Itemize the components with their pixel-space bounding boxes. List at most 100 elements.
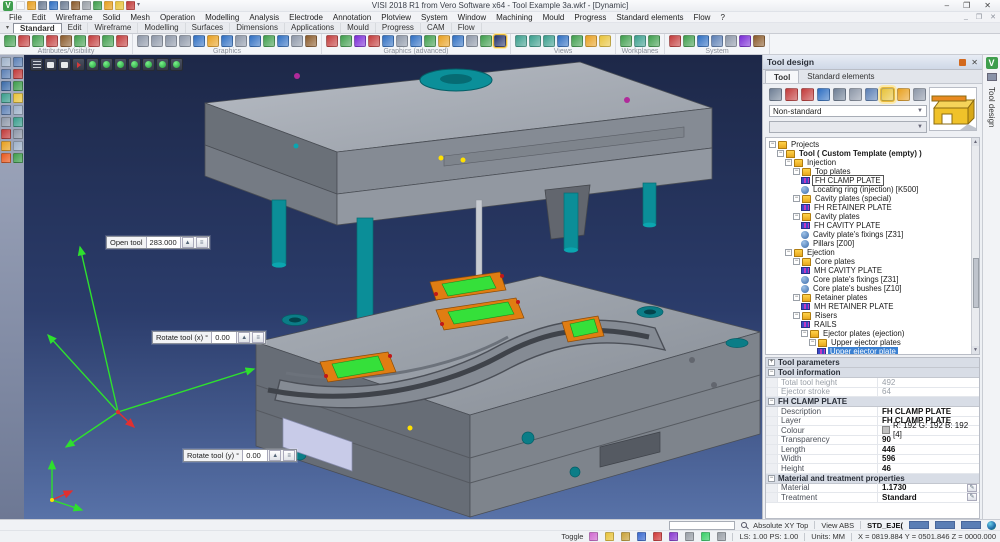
stretch-icon[interactable] <box>1 69 11 79</box>
ribbon-tab-progress[interactable]: Progress <box>376 23 421 33</box>
settings-icon[interactable] <box>739 35 751 47</box>
redo-icon[interactable] <box>115 1 124 10</box>
section-fh-clamp-plate[interactable]: −FH CLAMP PLATE <box>766 397 979 407</box>
undo-icon[interactable] <box>104 1 113 10</box>
tree-item[interactable]: Pillars [Z00] <box>769 239 969 248</box>
zoom-previous-icon[interactable] <box>165 35 177 47</box>
keys-icon[interactable] <box>897 88 910 101</box>
ribbon-tab-applications[interactable]: Applications <box>285 23 341 33</box>
surface-icon[interactable] <box>13 105 23 115</box>
tree-item[interactable]: Core plate's fixings [Z31] <box>769 275 969 284</box>
panel-tab-standard-elements[interactable]: Standard elements <box>799 70 882 83</box>
import-icon[interactable] <box>60 1 69 10</box>
favourites-icon[interactable] <box>126 1 135 10</box>
menu-?[interactable]: ? <box>715 12 729 23</box>
pin-icon[interactable] <box>959 59 966 66</box>
background-icon[interactable] <box>424 35 436 47</box>
tree-item[interactable]: −Injection <box>769 158 969 167</box>
open-tool-options-icon[interactable]: ≡ <box>196 237 208 248</box>
zoom-window-icon[interactable] <box>151 35 163 47</box>
tree-item[interactable]: MH RETAINER PLATE <box>769 302 969 311</box>
ribbon-tab-modelling[interactable]: Modelling <box>138 23 185 33</box>
view-mode-label[interactable]: Absolute XY Top <box>753 521 808 530</box>
analysis-shade-icon[interactable] <box>480 35 492 47</box>
menu-mesh[interactable]: Mesh <box>125 12 155 23</box>
plain-view-icon[interactable] <box>44 58 57 71</box>
edit-icon[interactable]: ✎ <box>967 493 977 501</box>
property-value[interactable]: 446 <box>878 445 979 454</box>
section-icon[interactable] <box>340 35 352 47</box>
active-layer-label[interactable]: STD_EJE( <box>867 521 903 530</box>
section-tool-parameters[interactable]: + Tool parameters <box>766 358 979 368</box>
move-icon[interactable] <box>1 105 11 115</box>
open-tool-value[interactable]: 283.000 <box>146 237 181 248</box>
tree-item[interactable]: −Projects <box>769 140 969 149</box>
tree-expand-icon[interactable]: − <box>785 249 792 256</box>
open-tool-input[interactable]: Open tool 283.000 ▲ ≡ <box>106 236 210 249</box>
notes-icon[interactable] <box>13 153 23 163</box>
snapshot-icon[interactable] <box>683 35 695 47</box>
report-icon[interactable] <box>913 88 926 101</box>
hidden-line-icon[interactable] <box>235 35 247 47</box>
tree-item[interactable]: −Upper ejector plates <box>769 338 969 347</box>
spin-right-icon[interactable] <box>156 58 169 71</box>
edit-icon[interactable]: ✎ <box>967 484 977 492</box>
tool-template-select[interactable]: ▼ <box>769 121 927 133</box>
snap-raster-icon[interactable] <box>717 532 726 541</box>
wireframe-icon[interactable] <box>221 35 233 47</box>
workplane-align-icon[interactable] <box>648 35 660 47</box>
view-restore-icon[interactable] <box>599 35 611 47</box>
solid-icon[interactable] <box>13 117 23 127</box>
rotate-x-input[interactable]: Rotate tool (x) ° 0.00 ▲ ≡ <box>152 331 266 344</box>
rotate-y-options-icon[interactable]: ≡ <box>283 450 295 461</box>
delete-element-icon[interactable] <box>801 88 814 101</box>
property-value[interactable]: 46 <box>878 464 979 473</box>
snap-grid-icon[interactable] <box>589 532 598 541</box>
perspective-icon[interactable] <box>438 35 450 47</box>
open-folder-icon[interactable] <box>27 1 36 10</box>
rotate-x-value[interactable]: 0.00 <box>211 332 237 343</box>
ribbon-tab-surfaces[interactable]: Surfaces <box>186 23 231 33</box>
ribbon-tab-mould[interactable]: Mould <box>341 23 376 33</box>
rotate-y-apply-icon[interactable]: ▲ <box>269 450 281 461</box>
menu-plotview[interactable]: Plotview <box>376 12 416 23</box>
refresh-icon[interactable] <box>277 35 289 47</box>
point-icon[interactable] <box>13 141 23 151</box>
sync-icon[interactable] <box>93 1 102 10</box>
confirm-icon[interactable] <box>769 88 782 101</box>
print-icon[interactable] <box>82 1 91 10</box>
database-icon[interactable] <box>753 35 765 47</box>
save-all-icon[interactable] <box>49 1 58 10</box>
stereo-icon[interactable] <box>452 35 464 47</box>
hand-select-icon[interactable] <box>785 88 798 101</box>
collapse-icon[interactable]: − <box>768 475 775 482</box>
tree-item[interactable]: RAILS <box>769 320 969 329</box>
draft-icon[interactable] <box>13 93 23 103</box>
tree-expand-icon[interactable]: − <box>785 159 792 166</box>
tree-expand-icon[interactable]: − <box>793 258 800 265</box>
orbit-icon[interactable] <box>86 58 99 71</box>
blank-icon[interactable] <box>60 35 72 47</box>
snap-list-icon[interactable] <box>685 532 694 541</box>
panel-tab-tool[interactable]: Tool <box>765 70 799 83</box>
view-front-icon[interactable] <box>543 35 555 47</box>
command-search-input[interactable] <box>669 521 735 530</box>
tree-item[interactable]: −Ejection <box>769 248 969 257</box>
new-document-icon[interactable] <box>16 1 25 10</box>
dynamic-rotate-icon[interactable] <box>249 35 261 47</box>
view-iso-icon[interactable] <box>515 35 527 47</box>
docked-tab-tool-design[interactable]: Tool design <box>987 87 996 127</box>
unblank-icon[interactable] <box>74 35 86 47</box>
tree-expand-icon[interactable]: − <box>777 150 784 157</box>
tree-item[interactable]: −Tool ( Custom Template (empty) ) <box>769 149 969 158</box>
ribbon-tab-wireframe[interactable]: Wireframe <box>88 23 138 33</box>
tree-expand-icon[interactable]: − <box>793 312 800 319</box>
scroll-down-icon[interactable]: ▼ <box>972 346 979 354</box>
refresh-tool-icon[interactable] <box>817 88 830 101</box>
property-value[interactable]: 90 <box>878 435 979 444</box>
tree-item[interactable]: −Risers <box>769 311 969 320</box>
toggle-label[interactable]: Toggle <box>561 532 583 541</box>
info-icon[interactable] <box>116 35 128 47</box>
menu-file[interactable]: File <box>4 12 27 23</box>
rotate-y-value[interactable]: 0.00 <box>242 450 268 461</box>
